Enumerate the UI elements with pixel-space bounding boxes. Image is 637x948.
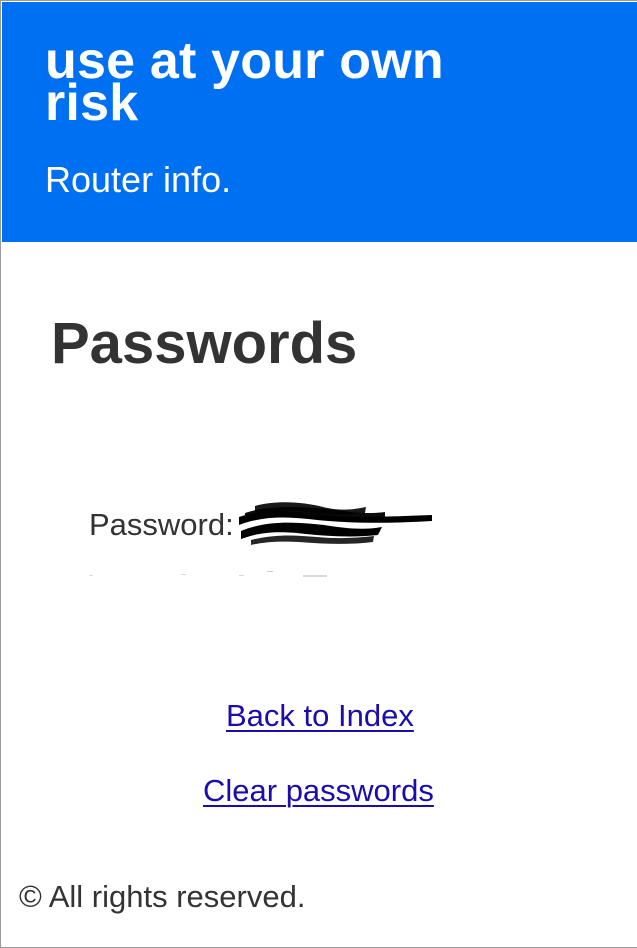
faint-marks [89, 571, 327, 577]
password-label: Password: [89, 507, 234, 542]
clear-passwords-link[interactable]: Clear passwords [203, 772, 434, 810]
back-to-index-link[interactable]: Back to Index [226, 697, 414, 735]
site-header: use at your own risk Router info. [2, 2, 637, 242]
site-title: use at your own risk [45, 32, 444, 132]
page-title: Passwords [51, 311, 358, 376]
page: use at your own risk Router info. Passwo… [0, 0, 637, 948]
redaction-scribble [239, 502, 432, 545]
site-subtitle: Router info. [45, 159, 232, 200]
password-entry: Password: [89, 502, 432, 546]
footer-copyright: © All rights reserved. [19, 879, 306, 914]
